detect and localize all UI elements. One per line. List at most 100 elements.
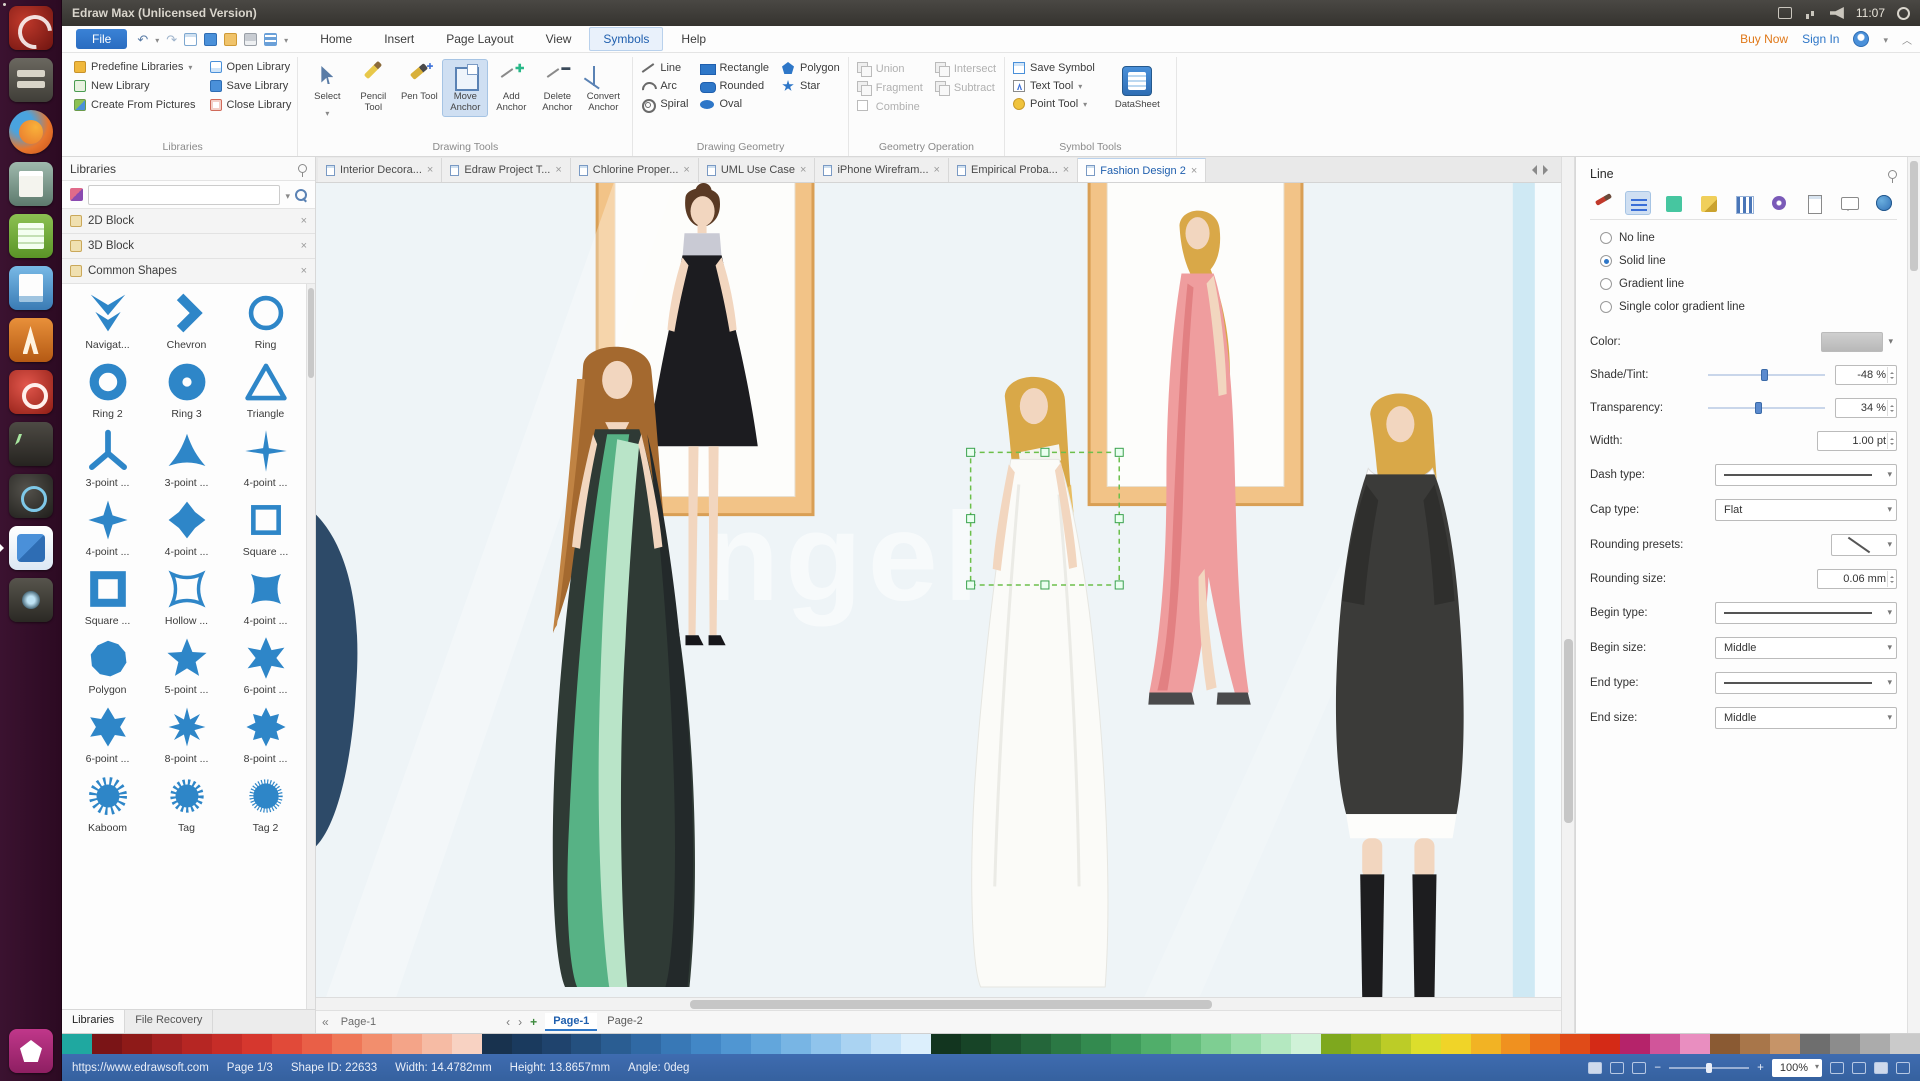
page-tab[interactable]: Page-2 xyxy=(599,1013,650,1031)
new-document-icon[interactable] xyxy=(184,33,197,46)
shape-item[interactable]: 4-point ... xyxy=(226,566,305,627)
color-swatch[interactable] xyxy=(542,1034,572,1054)
color-swatch[interactable] xyxy=(1171,1034,1201,1054)
save-library-button[interactable]: Save Library xyxy=(210,80,292,92)
color-swatch[interactable] xyxy=(601,1034,631,1054)
ribbon-tab[interactable]: Help xyxy=(667,27,720,51)
launcher-icon-screenshot[interactable] xyxy=(9,578,53,622)
color-swatch[interactable] xyxy=(1800,1034,1830,1054)
page-setup-icon[interactable] xyxy=(1800,191,1826,215)
width-value[interactable]: 1.00 pt xyxy=(1817,431,1897,451)
close-tab-icon[interactable] xyxy=(683,164,689,176)
color-swatch[interactable] xyxy=(1021,1034,1051,1054)
color-swatch[interactable] xyxy=(242,1034,272,1054)
color-swatch[interactable] xyxy=(362,1034,392,1054)
network-icon[interactable] xyxy=(1804,7,1818,19)
account-dropdown-icon[interactable] xyxy=(1883,32,1888,46)
brush-icon[interactable] xyxy=(1590,191,1616,215)
library-category-icon[interactable] xyxy=(70,188,83,201)
shape-item[interactable]: 8-point ... xyxy=(226,704,305,765)
launcher-icon-media-app[interactable] xyxy=(9,474,53,518)
close-tab-icon[interactable] xyxy=(934,164,940,176)
table-icon[interactable] xyxy=(264,33,277,46)
document-tab[interactable]: Edraw Project T... xyxy=(442,158,570,182)
color-swatch[interactable] xyxy=(1111,1034,1141,1054)
color-swatch[interactable] xyxy=(422,1034,452,1054)
pin-icon[interactable] xyxy=(1888,170,1897,179)
launcher-icon-terminal[interactable] xyxy=(9,422,53,466)
color-swatch[interactable] xyxy=(1530,1034,1560,1054)
library-section-common-shapes[interactable]: Common Shapes xyxy=(62,259,315,284)
color-swatch[interactable] xyxy=(841,1034,871,1054)
scroll-tabs-left-icon[interactable] xyxy=(1527,165,1537,175)
presentation-icon[interactable] xyxy=(1896,1062,1910,1074)
spinner-icon[interactable] xyxy=(1887,400,1895,416)
shape-item[interactable]: Square ... xyxy=(226,497,305,558)
ribbon-tab[interactable]: Insert xyxy=(370,27,428,51)
color-swatch[interactable] xyxy=(931,1034,961,1054)
color-swatch[interactable] xyxy=(1890,1034,1920,1054)
scrollbar-thumb[interactable] xyxy=(308,288,314,378)
combine-button[interactable]: Combine xyxy=(857,100,923,113)
sound-icon[interactable] xyxy=(1830,7,1844,19)
document-tab[interactable]: Chlorine Proper... xyxy=(571,158,699,182)
canvas-drawing[interactable]: ngel xyxy=(316,183,1561,997)
shape-item[interactable]: 4-point ... xyxy=(226,428,305,489)
color-swatch[interactable] xyxy=(571,1034,601,1054)
color-swatch[interactable] xyxy=(212,1034,242,1054)
shape-item[interactable]: Ring xyxy=(226,290,305,351)
color-swatch[interactable] xyxy=(1231,1034,1261,1054)
fill-icon[interactable] xyxy=(1660,191,1686,215)
fullscreen-view-icon[interactable] xyxy=(1632,1062,1646,1074)
color-swatch[interactable] xyxy=(1501,1034,1531,1054)
color-swatch[interactable] xyxy=(452,1034,482,1054)
slider-thumb[interactable] xyxy=(1755,402,1762,414)
rounding-presets-dropdown[interactable] xyxy=(1831,534,1897,556)
color-swatch[interactable] xyxy=(392,1034,422,1054)
rounded-tool-button[interactable]: Rounded xyxy=(700,80,769,92)
spinner-icon[interactable] xyxy=(1887,571,1895,587)
shape-item[interactable]: Chevron xyxy=(147,290,226,351)
shape-item[interactable]: 6-point ... xyxy=(226,635,305,696)
next-page-icon[interactable] xyxy=(518,1015,522,1029)
status-url[interactable]: https://www.edrawsoft.com xyxy=(72,1062,209,1074)
dash-type-dropdown[interactable] xyxy=(1715,464,1897,486)
shade-tint-slider[interactable] xyxy=(1708,374,1825,376)
shape-item[interactable]: Ring 3 xyxy=(147,359,226,420)
color-swatch[interactable] xyxy=(1081,1034,1111,1054)
color-swatch[interactable] xyxy=(182,1034,212,1054)
scrollbar-thumb[interactable] xyxy=(690,1000,1213,1009)
close-library-button[interactable]: Close Library xyxy=(210,99,292,111)
page-tab[interactable]: Page-1 xyxy=(545,1013,597,1031)
keyboard-indicator-icon[interactable] xyxy=(1778,7,1792,19)
color-swatch[interactable] xyxy=(332,1034,362,1054)
scrollbar-thumb[interactable] xyxy=(1910,161,1918,271)
color-swatch[interactable] xyxy=(482,1034,512,1054)
line-type-radio[interactable]: Single color gradient line xyxy=(1600,301,1897,313)
buy-now-link[interactable]: Buy Now xyxy=(1740,32,1788,46)
shape-item[interactable]: 8-point ... xyxy=(147,704,226,765)
launcher-icon-files[interactable] xyxy=(9,58,53,102)
help-globe-icon[interactable] xyxy=(1870,191,1896,215)
color-swatch[interactable] xyxy=(92,1034,122,1054)
color-swatch[interactable] xyxy=(302,1034,332,1054)
library-section-3d-block[interactable]: 3D Block xyxy=(62,234,315,259)
star-tool-button[interactable]: Star xyxy=(781,80,840,92)
redo-icon[interactable] xyxy=(166,33,177,46)
launcher-icon-text-editor[interactable] xyxy=(9,162,53,206)
create-from-pictures-button[interactable]: Create From Pictures xyxy=(74,99,196,111)
color-swatch[interactable] xyxy=(721,1034,751,1054)
color-swatch[interactable] xyxy=(272,1034,302,1054)
color-swatch[interactable] xyxy=(1201,1034,1231,1054)
open-library-button[interactable]: Open Library xyxy=(210,61,292,73)
launcher-icon-firefox[interactable] xyxy=(9,110,53,154)
shape-item[interactable]: 3-point ... xyxy=(147,428,226,489)
zoom-slider-thumb[interactable] xyxy=(1706,1063,1712,1073)
shape-item[interactable]: Square ... xyxy=(68,566,147,627)
color-swatch[interactable] xyxy=(122,1034,152,1054)
color-swatch[interactable] xyxy=(1381,1034,1411,1054)
polygon-tool-button[interactable]: Polygon xyxy=(781,62,840,74)
color-swatch[interactable] xyxy=(1740,1034,1770,1054)
shadow-icon[interactable] xyxy=(1695,191,1721,215)
document-tab[interactable]: Fashion Design 2 xyxy=(1078,158,1206,182)
